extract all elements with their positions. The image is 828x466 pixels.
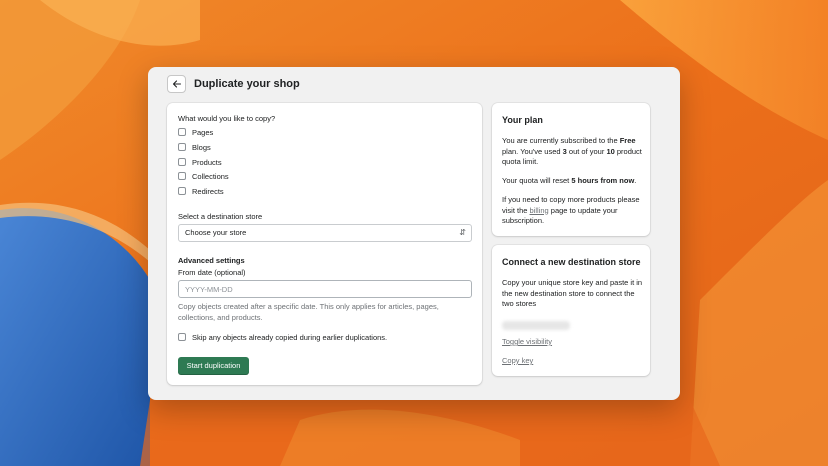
hidden-store-key [502,321,570,330]
page-title: Duplicate your shop [194,78,300,90]
copy-question: What would you like to copy? [178,114,276,123]
collections-checkbox[interactable] [178,172,186,180]
reset-time: 5 hours from now [571,176,635,185]
limit-count: 10 [606,146,615,156]
upgrade-text: If you need to copy more products please… [502,195,640,225]
skip-copied-checkbox[interactable] [178,333,186,341]
destination-store-select[interactable]: Choose your store ⇵ [178,224,472,242]
arrow-left-icon [172,80,181,88]
pages-checkbox[interactable] [178,128,186,136]
toggle-visibility-link[interactable]: Toggle visibility [502,337,552,347]
advanced-settings-heading: Advanced settings [178,256,245,265]
back-button[interactable] [167,75,186,93]
plan-title: Your plan [502,115,543,125]
quota-reset-text: Your quota will reset 5 hours from now. [502,176,637,185]
start-duplication-button[interactable]: Start duplication [178,357,249,375]
from-date-help: Copy objects created after a specific da… [178,302,439,322]
copy-key-link[interactable]: Copy key [502,356,533,366]
plan-card: Your plan You are currently subscribed t… [492,103,650,236]
connect-title: Connect a new destination store [502,257,641,267]
destination-label: Select a destination store [178,212,263,221]
redirects-label: Redirects [192,187,224,196]
destination-selected-value: Choose your store [185,228,247,237]
from-date-input[interactable] [178,280,472,298]
duplicate-form-card: What would you like to copy? Pages Blogs… [167,103,482,385]
select-arrows-icon: ⇵ [459,228,466,237]
redirects-checkbox[interactable] [178,187,186,195]
collections-label: Collections [192,172,229,181]
products-label: Products [192,158,222,167]
blogs-checkbox[interactable] [178,143,186,151]
app-window: Duplicate your shop What would you like … [148,67,680,400]
plan-name: Free [619,136,636,145]
skip-copied-label: Skip any objects already copied during e… [192,333,388,342]
plan-usage-text: You are currently subscribed to the Free… [502,136,642,166]
blogs-label: Blogs [192,143,211,152]
billing-link[interactable]: billing [530,206,549,215]
connect-description: Copy your unique store key and paste it … [502,278,643,308]
pages-label: Pages [192,128,214,137]
products-checkbox[interactable] [178,158,186,166]
from-date-label: From date (optional) [178,268,246,277]
connect-store-card: Connect a new destination store Copy you… [492,245,650,376]
